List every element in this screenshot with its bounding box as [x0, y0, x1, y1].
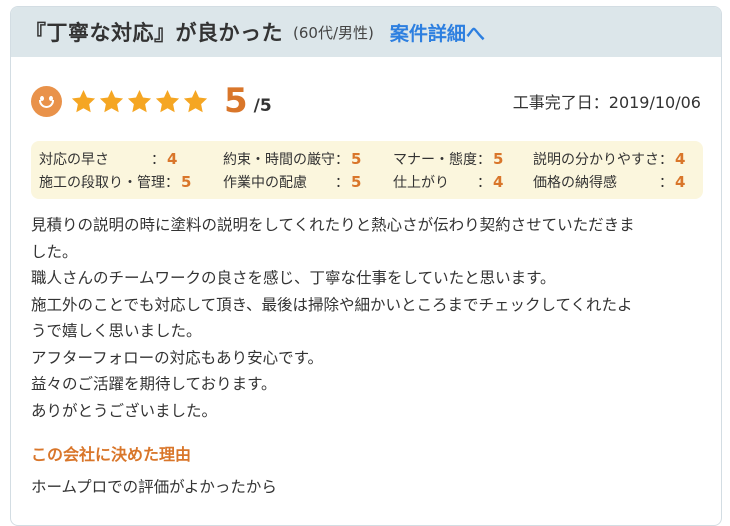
criterion-management: 施工の段取り・管理： 5 — [39, 172, 192, 191]
star-icon — [155, 89, 180, 112]
criterion-punctuality: 約束・時間の厳守： 5 — [223, 149, 362, 168]
criteria-row: 施工の段取り・管理： 5 作業中の配慮 ： 5 仕上がり ： 4 価格の納得感 ： 4 — [39, 170, 703, 193]
star-icon — [99, 89, 124, 112]
review-line: した。 — [31, 242, 78, 261]
criterion-speed: 対応の早さ ： 4 — [39, 149, 178, 168]
star-icon — [127, 89, 152, 112]
completion-date: 工事完了日：2019/10/06 — [512, 93, 701, 112]
review-line: 見積りの説明の時に塗料の説明をしてくれたりと熱心さが伝わり契約させていただきま — [31, 216, 635, 234]
review-header: 『丁寧な対応』が良かった (60代/男性) 案件詳細へ — [11, 7, 721, 57]
reviewer-info: (60代/男性) — [293, 23, 374, 42]
rating-max: /5 — [253, 96, 272, 116]
review-line: アフターフォローの対応もあり安心です。 — [31, 348, 324, 367]
review-body: 見積りの説明の時に塗料の説明をしてくれたりと熱心さが伝わり契約させていただきま … — [31, 212, 707, 424]
star-rating — [70, 88, 210, 115]
criterion-manners: マナー・態度： 5 — [393, 149, 504, 168]
reason-heading: この会社に決めた理由 — [31, 445, 192, 464]
rating-row: 5 /5 工事完了日：2019/10/06 — [31, 81, 701, 121]
star-icon — [183, 89, 208, 112]
criterion-explanation: 説明の分かりやすさ： 4 — [533, 149, 686, 168]
reason-text: ホームプロでの評価がよかったから — [31, 478, 277, 496]
review-card: 『丁寧な対応』が良かった (60代/男性) 案件詳細へ 5 /5 工事完了日：2… — [10, 6, 722, 526]
review-line: 益々のご活躍を期待しております。 — [31, 375, 277, 393]
rating-score: 5 — [224, 81, 248, 121]
review-line: 施工外のことでも対応して頂き、最後は掃除や細かいところまでチェックしてくれたよ — [31, 295, 633, 314]
criterion-consideration: 作業中の配慮 ： 5 — [223, 172, 362, 191]
star-icon — [71, 89, 96, 112]
review-line: うで嬉しく思いました。 — [31, 322, 202, 340]
review-line: 職人さんのチームワークの良さを感じ、丁寧な仕事をしていたと思います。 — [31, 269, 556, 287]
criteria-row: 対応の早さ ： 4 約束・時間の厳守： 5 マナー・態度： 5 説明の分かりやすさ： 4 — [39, 147, 703, 170]
smiley-face-icon — [31, 85, 62, 117]
review-line: ありがとうございました。 — [31, 401, 218, 420]
criterion-finish: 仕上がり ： 4 — [393, 172, 504, 191]
review-title: 『丁寧な対応』が良かった — [25, 21, 283, 45]
criterion-price: 価格の納得感 ： 4 — [533, 172, 686, 191]
project-detail-link[interactable]: 案件詳細へ — [390, 19, 485, 46]
criteria-scores: 対応の早さ ： 4 約束・時間の厳守： 5 マナー・態度： 5 説明の分かりやすさ： 4… — [31, 141, 703, 199]
